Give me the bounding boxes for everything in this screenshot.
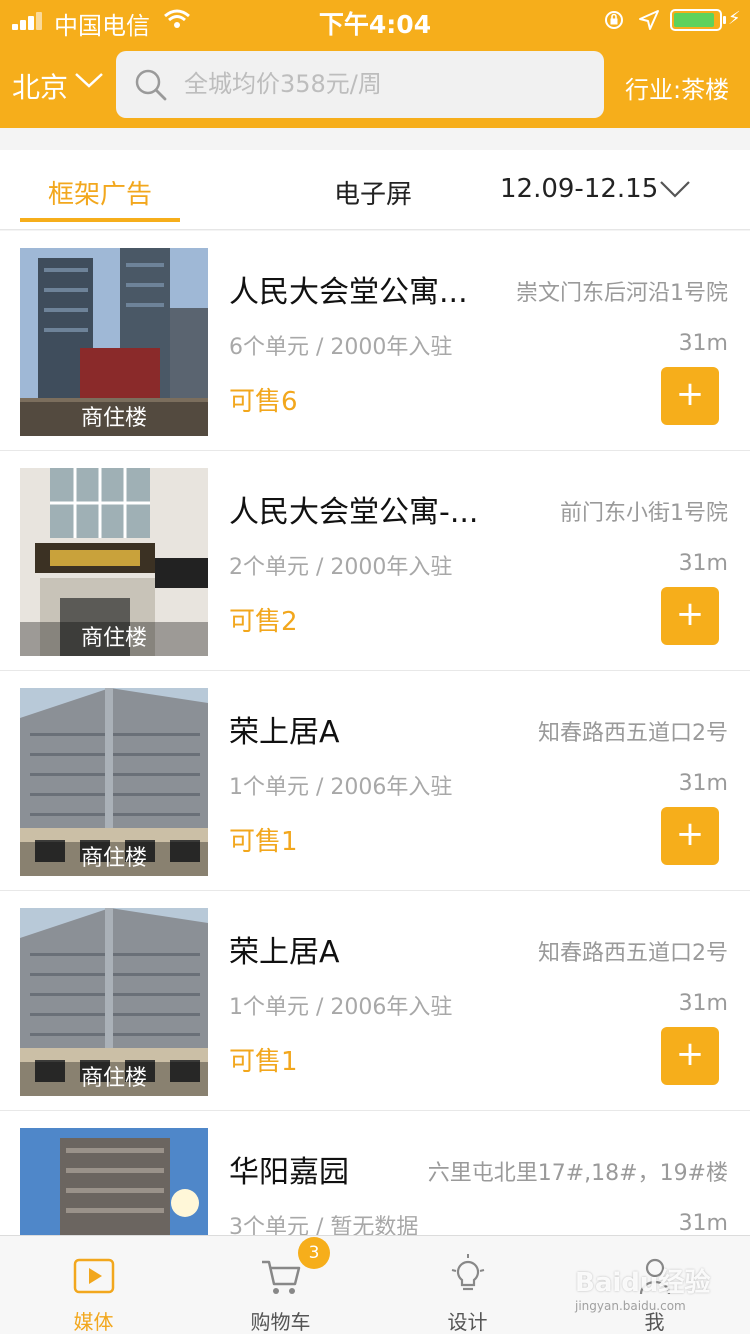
listing-list: 商住楼 人民大会堂公寓... 崇文门东后河沿1号院 6个单元 / 2000年入驻…	[0, 231, 750, 1235]
listing-address: 知春路西五道口2号	[538, 721, 728, 746]
lightbulb-icon	[451, 1254, 485, 1291]
available-count: 可售1	[229, 1047, 298, 1077]
building-photo: 商住楼	[20, 908, 208, 1096]
listing-name: 荣上居A	[229, 715, 340, 750]
listing-address: 六里屯北里17#,18#，19#楼	[427, 1161, 728, 1186]
list-item[interactable]: 华阳嘉园 六里屯北里17#,18#，19#楼 3个单元 / 暂无数据 31m	[0, 1111, 750, 1235]
building-photo: 商住楼	[20, 688, 208, 876]
listing-distance: 31m	[678, 331, 728, 356]
nav-cart-label: 购物车	[250, 1310, 311, 1334]
nav-media[interactable]: 媒体	[0, 1236, 187, 1334]
search-bar[interactable]	[116, 51, 604, 118]
available-count: 可售6	[229, 387, 298, 417]
tab-electronic-screen[interactable]: 电子屏	[334, 174, 412, 211]
orientation-lock-icon	[605, 11, 623, 29]
property-type-label: 商住楼	[20, 402, 208, 436]
building-photo: 商住楼	[20, 468, 208, 656]
industry-filter[interactable]: 行业:茶楼	[625, 70, 729, 105]
city-selector[interactable]: 北京	[12, 66, 68, 106]
list-item[interactable]: 商住楼 荣上居A 知春路西五道口2号 1个单元 / 2006年入驻 31m 可售…	[0, 671, 750, 891]
building-image	[20, 1128, 208, 1235]
listing-address: 前门东小街1号院	[560, 501, 728, 526]
listing-distance: 31m	[678, 1211, 728, 1235]
listing-address: 崇文门东后河沿1号院	[516, 281, 728, 306]
property-type-label: 商住楼	[20, 1062, 208, 1096]
building-photo: 商住楼	[20, 248, 208, 436]
tab-bar: 框架广告 电子屏 12.09-12.15	[0, 150, 750, 230]
location-arrow-icon	[639, 10, 659, 30]
listing-distance: 31m	[678, 991, 728, 1016]
date-range-selector[interactable]: 12.09-12.15	[500, 174, 658, 204]
watermark-url: jingyan.baidu.com	[575, 1299, 686, 1313]
nav-media-label: 媒体	[73, 1310, 114, 1334]
charging-icon: ⚡	[728, 8, 741, 29]
listing-meta: 1个单元 / 2006年入驻	[229, 995, 453, 1020]
available-count: 可售1	[229, 827, 298, 857]
search-icon	[135, 69, 167, 101]
cart-badge: 3	[298, 1237, 330, 1269]
add-to-cart-button[interactable]: +	[661, 1027, 719, 1085]
listing-name: 人民大会堂公寓-...	[229, 495, 479, 530]
active-tab-indicator	[20, 218, 180, 222]
cart-icon	[262, 1260, 301, 1294]
list-item[interactable]: 商住楼 荣上居A 知春路西五道口2号 1个单元 / 2006年入驻 31m 可售…	[0, 891, 750, 1111]
add-to-cart-button[interactable]: +	[661, 367, 719, 425]
list-item[interactable]: 商住楼 人民大会堂公寓-... 前门东小街1号院 2个单元 / 2000年入驻 …	[0, 451, 750, 671]
play-video-icon	[73, 1258, 115, 1294]
listing-name: 华阳嘉园	[229, 1155, 349, 1190]
listing-meta: 1个单元 / 2006年入驻	[229, 775, 453, 800]
property-type-label: 商住楼	[20, 622, 208, 656]
listing-meta: 2个单元 / 2000年入驻	[229, 555, 453, 580]
listing-name: 人民大会堂公寓...	[229, 275, 468, 310]
nav-design-label: 设计	[447, 1310, 488, 1334]
nav-cart[interactable]: 3 购物车	[187, 1236, 374, 1334]
building-photo	[20, 1128, 208, 1235]
status-bar: 中国电信 下午4:04 ⚡	[0, 0, 750, 40]
tab-frame-ads[interactable]: 框架广告	[20, 174, 180, 211]
listing-distance: 31m	[678, 771, 728, 796]
listing-name: 荣上居A	[229, 935, 340, 970]
listing-meta: 3个单元 / 暂无数据	[229, 1215, 419, 1235]
search-input[interactable]	[184, 63, 584, 105]
available-count: 可售2	[229, 607, 298, 637]
watermark-logo: Baidu经验 jingyan.baidu.com	[575, 1262, 735, 1313]
add-to-cart-button[interactable]: +	[661, 587, 719, 645]
listing-address: 知春路西五道口2号	[538, 941, 728, 966]
list-item[interactable]: 商住楼 人民大会堂公寓... 崇文门东后河沿1号院 6个单元 / 2000年入驻…	[0, 231, 750, 451]
battery-icon	[670, 9, 726, 31]
chevron-down-icon[interactable]	[74, 70, 104, 90]
listing-meta: 6个单元 / 2000年入驻	[229, 335, 453, 360]
top-header: 中国电信 下午4:04 ⚡ 北京 行业:茶楼	[0, 0, 750, 128]
add-to-cart-button[interactable]: +	[661, 807, 719, 865]
watermark-brand: Baidu经验	[575, 1268, 711, 1298]
nav-design[interactable]: 设计	[374, 1236, 561, 1334]
property-type-label: 商住楼	[20, 842, 208, 876]
listing-distance: 31m	[678, 551, 728, 576]
chevron-down-icon[interactable]	[658, 177, 692, 201]
